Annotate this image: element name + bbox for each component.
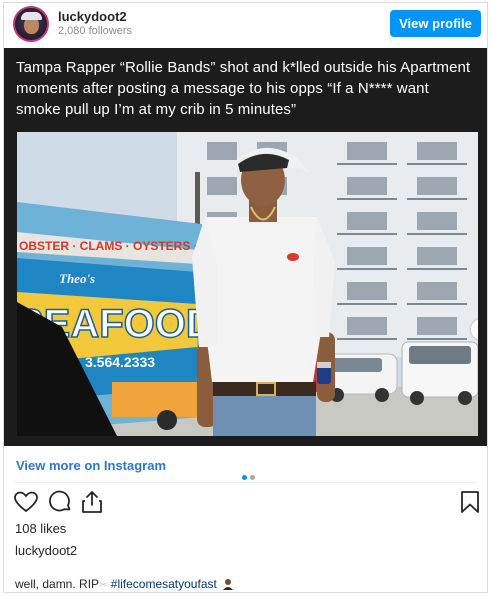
truck-phone: 3.564.2333 <box>85 354 155 370</box>
carousel-dot <box>250 475 255 480</box>
view-more-link[interactable]: View more on Instagram <box>16 458 166 473</box>
hashtag-link[interactable]: #lifecomesatyoufast <box>111 577 217 591</box>
share-icon[interactable] <box>79 489 105 515</box>
comment-icon[interactable] <box>47 489 73 515</box>
follower-count: 2,080 followers <box>58 25 132 37</box>
instagram-embed-card: luckydoot2 2,080 followers View profile … <box>3 2 488 593</box>
avatar-cap <box>21 12 42 20</box>
carousel-dot-active <box>242 475 247 480</box>
avatar[interactable] <box>13 6 49 42</box>
photo-illustration: OBSTER · CLAMS · OYSTERS · PE Theo's SEA… <box>17 132 478 436</box>
username[interactable]: luckydoot2 <box>58 9 127 24</box>
poster-username[interactable]: luckydoot2 <box>15 543 77 558</box>
person-emoji-icon <box>223 579 234 590</box>
post-photo[interactable]: OBSTER · CLAMS · OYSTERS · PE Theo's SEA… <box>17 132 478 436</box>
like-count[interactable]: 108 likes <box>15 521 66 536</box>
divider <box>14 482 477 483</box>
action-bar <box>4 489 487 519</box>
heart-icon[interactable] <box>13 489 39 515</box>
dove-emoji-icon: ✂ <box>99 580 108 591</box>
post-caption: well, damn. RIP✂ #lifecomesatyoufast <box>15 577 234 591</box>
post-media[interactable]: Tampa Rapper “Rollie Bands” shot and k*l… <box>4 48 487 480</box>
truck-script: Theo's <box>59 271 95 286</box>
post-caption-text: well, damn. RIP <box>15 577 100 591</box>
post-header: luckydoot2 2,080 followers View profile <box>4 3 487 47</box>
carousel-indicators <box>238 475 258 481</box>
view-profile-button[interactable]: View profile <box>390 10 481 37</box>
truck-banner: OBSTER · CLAMS · OYSTERS · PE <box>19 239 217 253</box>
media-caption: Tampa Rapper “Rollie Bands” shot and k*l… <box>16 59 471 118</box>
bookmark-icon[interactable] <box>457 489 483 515</box>
